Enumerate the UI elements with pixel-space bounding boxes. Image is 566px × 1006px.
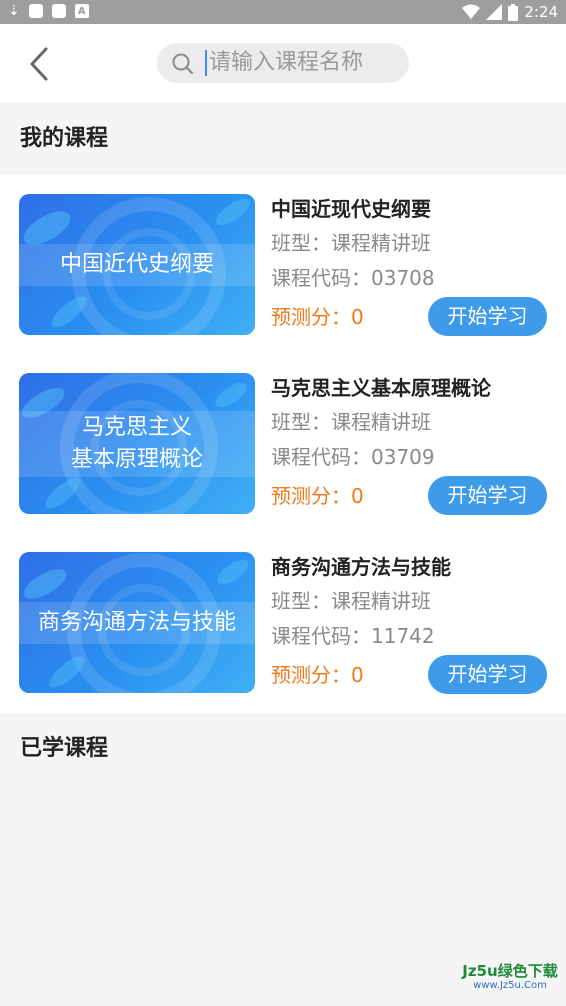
notification-icon <box>51 4 66 18</box>
wifi-icon <box>462 4 481 19</box>
course-name: 商务沟通方法与技能 <box>271 555 451 579</box>
search-placeholder: 请输入课程名称 <box>209 50 364 75</box>
course-list: 中国近代史纲要 中国近现代史纲要 班型：课程精讲班 课程代码：03708 预测分… <box>0 175 566 713</box>
start-learning-button[interactable]: 开始学习 <box>428 655 547 694</box>
watermark-logo: Jz5u绿色下载 www.Jz5u.Com <box>462 962 558 992</box>
course-thumbnail[interactable]: 中国近代史纲要 <box>19 194 255 335</box>
my-courses-title: 我的课程 <box>20 126 109 151</box>
course-class-type: 班型：课程精讲班 <box>271 231 431 255</box>
start-learning-button[interactable]: 开始学习 <box>428 297 547 336</box>
search-icon <box>172 53 194 75</box>
status-left-icons: ⇣ A <box>8 3 89 19</box>
course-code: 课程代码：03708 <box>271 266 435 290</box>
course-code: 课程代码：03709 <box>271 445 435 469</box>
course-item: 马克思主义 基本原理概论 马克思主义基本原理概论 班型：课程精讲班 课程代码：0… <box>0 354 566 533</box>
course-class-type: 班型：课程精讲班 <box>271 589 431 613</box>
course-item: 商务沟通方法与技能 商务沟通方法与技能 班型：课程精讲班 课程代码：11742 … <box>0 533 566 712</box>
chevron-left-icon <box>30 47 48 81</box>
download-icon: ⇣ <box>8 3 20 19</box>
course-name: 中国近现代史纲要 <box>271 197 431 221</box>
course-thumbnail[interactable]: 商务沟通方法与技能 <box>19 552 255 693</box>
signal-icon <box>486 4 503 20</box>
thumbnail-title-line-2: 基本原理概论 <box>70 446 203 472</box>
header: 请输入课程名称 <box>0 24 566 102</box>
predicted-score: 预测分：0 <box>271 484 364 508</box>
predicted-score: 预测分：0 <box>271 663 364 687</box>
course-thumbnail[interactable]: 马克思主义 基本原理概论 <box>19 373 255 514</box>
thumbnail-title: 商务沟通方法与技能 <box>37 609 236 635</box>
search-input[interactable]: 请输入课程名称 <box>157 43 409 83</box>
course-code: 课程代码：11742 <box>271 624 435 648</box>
notification-icon <box>28 4 43 18</box>
predicted-score: 预测分：0 <box>271 305 364 329</box>
course-class-type: 班型：课程精讲班 <box>271 410 431 434</box>
course-name: 马克思主义基本原理概论 <box>271 376 491 400</box>
watermark-line-1: Jz5u绿色下载 <box>462 962 558 980</box>
status-time: 2:24 <box>524 3 558 21</box>
back-button[interactable] <box>24 44 58 84</box>
thumbnail-title: 中国近代史纲要 <box>59 251 214 277</box>
course-item: 中国近代史纲要 中国近现代史纲要 班型：课程精讲班 课程代码：03708 预测分… <box>0 175 566 354</box>
start-learning-button[interactable]: 开始学习 <box>428 476 547 515</box>
battery-icon <box>508 3 519 21</box>
status-right-icons: 2:24 <box>462 3 558 21</box>
thumbnail-title-line-1: 马克思主义 <box>81 414 192 440</box>
text-cursor <box>205 50 207 76</box>
learned-courses-title: 已学课程 <box>20 736 109 761</box>
watermark-line-2: www.Jz5u.Com <box>473 980 547 991</box>
status-bar: ⇣ A 2:24 <box>0 0 566 24</box>
app-a-icon: A <box>74 4 89 18</box>
